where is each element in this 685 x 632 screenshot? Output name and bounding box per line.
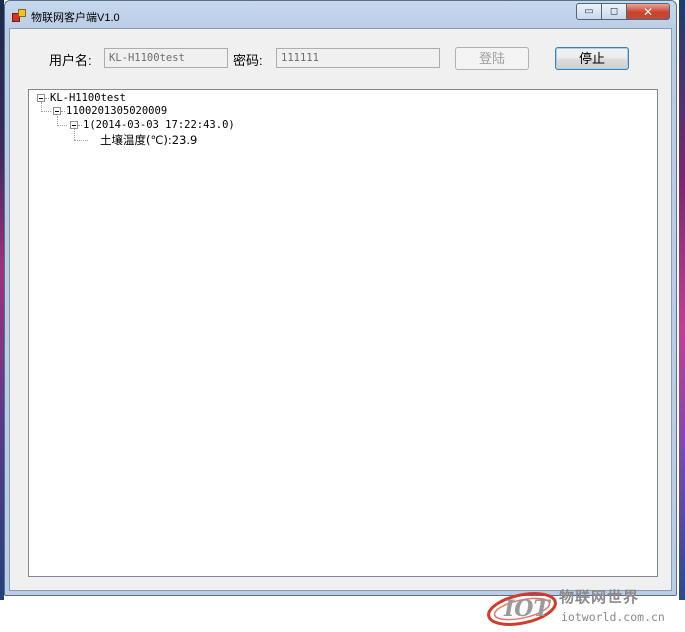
minimize-icon: ▭ <box>584 6 594 17</box>
window-title: 物联网客户端V1.0 <box>31 12 120 24</box>
tree-connector <box>74 140 88 141</box>
tree-node-label: 1100201305020009 <box>66 105 168 117</box>
tree-connector <box>45 98 49 99</box>
tree-connector <box>61 111 65 112</box>
desktop-edge-right <box>679 0 685 600</box>
tree-node-label: 1(2014-03-03 17:22:43.0) <box>83 119 235 131</box>
app-icon[interactable] <box>12 9 26 22</box>
device-tree[interactable]: KL-H1100test 1100201305020009 1(2014-03-… <box>28 89 665 626</box>
password-label: 密码: <box>233 53 263 68</box>
collapse-icon[interactable] <box>53 107 61 115</box>
collapse-icon[interactable] <box>37 94 45 102</box>
watermark-name: 物联网世界 <box>559 588 640 606</box>
maximize-button[interactable]: ◻ <box>602 3 627 20</box>
tree-connector <box>74 129 75 140</box>
iot-logo-icon: IOT <box>487 592 557 626</box>
close-icon: ✕ <box>642 4 654 19</box>
tree-node-label: KL-H1100test <box>50 92 126 104</box>
tree-connector <box>78 125 82 126</box>
caption-buttons: ▭ ◻ ✕ <box>576 3 670 21</box>
tree-node-label: 土壤温度(℃):23.9 <box>100 133 198 147</box>
password-field[interactable]: 111111 <box>276 48 440 68</box>
login-button[interactable]: 登陆 <box>455 47 529 70</box>
tree-connector <box>57 125 67 126</box>
close-button[interactable]: ✕ <box>627 3 670 20</box>
username-label: 用户名: <box>49 53 92 68</box>
username-field[interactable]: KL-H1100test <box>104 48 228 68</box>
collapse-icon[interactable] <box>70 121 78 129</box>
minimize-button[interactable]: ▭ <box>576 3 602 20</box>
app-window: 物联网客户端V1.0 ▭ ◻ ✕ 用户名: KL-H1100test 密码: 1… <box>4 0 677 626</box>
stop-button[interactable]: 停止 <box>555 47 629 70</box>
maximize-icon: ◻ <box>609 6 619 17</box>
watermark-logo: IOT 物联网世界 iotworld.com.cn <box>484 583 665 629</box>
title-bar[interactable]: 物联网客户端V1.0 ▭ ◻ ✕ <box>5 1 676 29</box>
client-area: 用户名: KL-H1100test 密码: 111111 登陆 停止 KL-H1… <box>9 28 672 626</box>
watermark-url: iotworld.com.cn <box>561 610 665 624</box>
tree-connector <box>41 111 51 112</box>
